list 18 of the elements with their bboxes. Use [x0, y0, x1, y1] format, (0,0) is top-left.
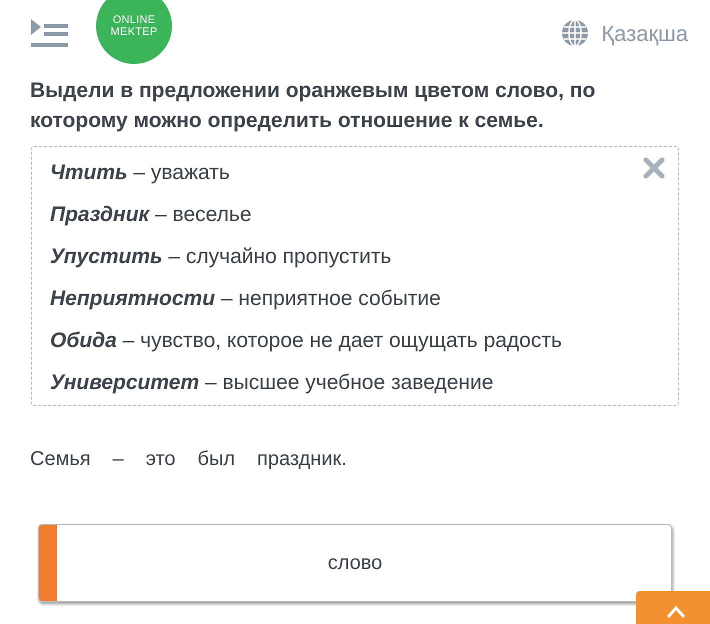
- glossary-entry: Праздник – веселье: [50, 202, 252, 228]
- glossary-entry: Неприятности – неприятное событие: [50, 286, 441, 312]
- answer-word: слово: [328, 551, 382, 576]
- chevron-up-icon: [666, 605, 686, 619]
- glossary-entry: Упустить – случайно пропустить: [50, 244, 392, 270]
- glossary-entry: Университет – высшее учебное заведение: [50, 370, 494, 396]
- menu-icon[interactable]: [30, 17, 70, 49]
- task-text: Выдели в предложении оранжевым цветом слово, по которому можно определить отношение к семье.: [29, 78, 596, 134]
- sentence-word[interactable]: Семья: [30, 444, 91, 474]
- glossary-entry: Обида – чувство, которое не дает ощущать радость: [50, 328, 562, 354]
- answer-card[interactable]: слово: [38, 524, 672, 602]
- sentence-word[interactable]: праздник.: [257, 444, 347, 474]
- globe-icon: [561, 19, 590, 47]
- close-icon[interactable]: [643, 157, 665, 179]
- sentence-word[interactable]: –: [112, 444, 124, 474]
- sentence-word[interactable]: это: [146, 444, 176, 474]
- glossary-entry: Чтить – уважать: [50, 160, 230, 186]
- sentence-word[interactable]: был: [198, 444, 236, 474]
